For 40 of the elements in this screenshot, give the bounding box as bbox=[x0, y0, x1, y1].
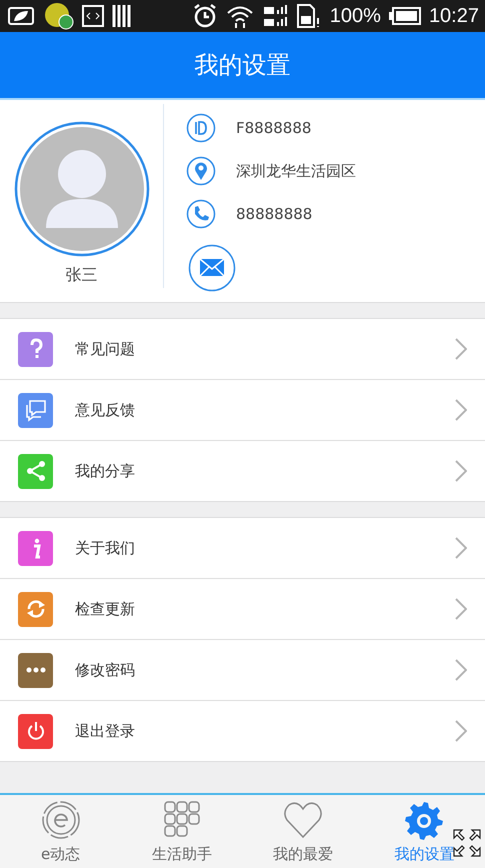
mail-icon[interactable] bbox=[188, 244, 236, 292]
chevron-right-icon bbox=[455, 537, 467, 559]
settings-icon bbox=[403, 800, 446, 840]
chevron-right-icon bbox=[455, 338, 467, 360]
menu-item[interactable]: 关于我们 bbox=[0, 518, 485, 579]
sim-card-icon bbox=[296, 4, 322, 28]
menu-item[interactable]: 退出登录 bbox=[0, 701, 485, 761]
location-text: 深圳龙华生活园区 bbox=[236, 162, 356, 180]
menu-item[interactable]: 我的分享 bbox=[0, 441, 485, 501]
chevron-right-icon bbox=[455, 720, 467, 742]
menu-item[interactable]: 检查更新 bbox=[0, 579, 485, 640]
expand-icon[interactable] bbox=[452, 828, 482, 858]
chevron-right-icon bbox=[455, 399, 467, 421]
menu-item[interactable]: 意见反馈 bbox=[0, 380, 485, 441]
tab-button[interactable]: 我的最爱 bbox=[242, 795, 364, 868]
location-icon bbox=[186, 156, 216, 186]
tab-button[interactable]: e动态 bbox=[0, 795, 122, 868]
battery-saver-icon bbox=[6, 5, 36, 27]
chevron-right-icon bbox=[455, 598, 467, 620]
avatar-icon[interactable] bbox=[14, 121, 150, 257]
battery-percentage: 100% bbox=[330, 4, 381, 28]
battery-icon bbox=[388, 7, 421, 25]
signal-icon bbox=[262, 4, 288, 28]
clock-time: 10:27 bbox=[428, 4, 479, 28]
phone-text: 88888888 bbox=[236, 205, 312, 223]
alarm-icon bbox=[192, 3, 218, 29]
app-icon bbox=[44, 2, 74, 30]
menu-item[interactable]: 常见问题 bbox=[0, 319, 485, 380]
heart-icon bbox=[282, 800, 324, 840]
chevron-right-icon bbox=[455, 659, 467, 681]
code-icon bbox=[82, 5, 104, 27]
id-icon bbox=[186, 113, 216, 143]
tab-button[interactable]: 生活助手 bbox=[121, 795, 242, 868]
phone-icon bbox=[186, 199, 216, 229]
user-name: 张三 bbox=[66, 265, 98, 286]
e-logo-icon bbox=[40, 800, 82, 840]
menu-item[interactable]: 修改密码 bbox=[0, 640, 485, 701]
page-title: 我的设置 bbox=[194, 50, 290, 81]
id-text: F8888888 bbox=[236, 119, 312, 137]
chevron-right-icon bbox=[455, 460, 467, 482]
